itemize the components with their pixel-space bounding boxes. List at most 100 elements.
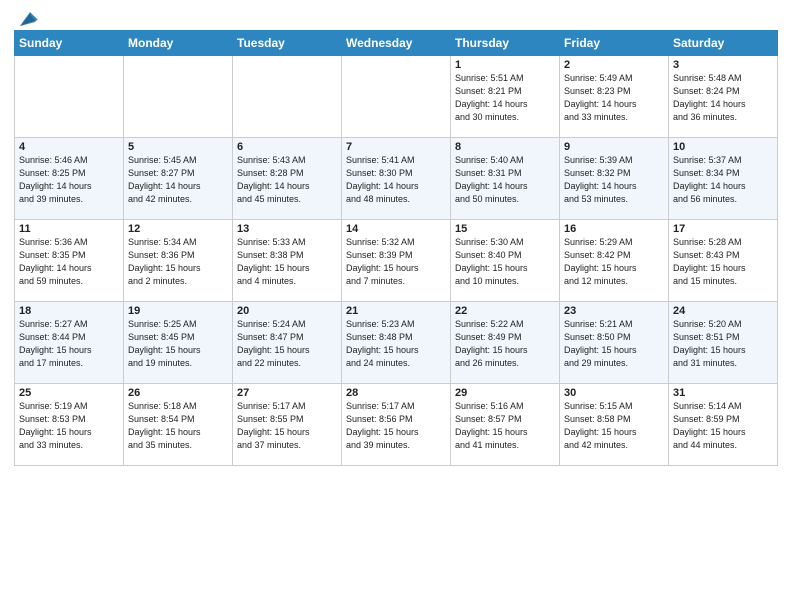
day-number: 16 [564, 223, 664, 235]
calendar-cell: 15Sunrise: 5:30 AM Sunset: 8:40 PM Dayli… [451, 220, 560, 302]
day-number: 24 [673, 305, 773, 317]
calendar-cell: 18Sunrise: 5:27 AM Sunset: 8:44 PM Dayli… [15, 302, 124, 384]
day-info: Sunrise: 5:16 AM Sunset: 8:57 PM Dayligh… [455, 400, 555, 452]
day-number: 20 [237, 305, 337, 317]
day-info: Sunrise: 5:20 AM Sunset: 8:51 PM Dayligh… [673, 318, 773, 370]
calendar-cell: 2Sunrise: 5:49 AM Sunset: 8:23 PM Daylig… [560, 56, 669, 138]
calendar-week-row: 11Sunrise: 5:36 AM Sunset: 8:35 PM Dayli… [15, 220, 778, 302]
day-info: Sunrise: 5:46 AM Sunset: 8:25 PM Dayligh… [19, 154, 119, 206]
calendar-cell: 19Sunrise: 5:25 AM Sunset: 8:45 PM Dayli… [124, 302, 233, 384]
day-number: 27 [237, 387, 337, 399]
day-info: Sunrise: 5:23 AM Sunset: 8:48 PM Dayligh… [346, 318, 446, 370]
day-info: Sunrise: 5:51 AM Sunset: 8:21 PM Dayligh… [455, 72, 555, 124]
day-number: 12 [128, 223, 228, 235]
day-info: Sunrise: 5:34 AM Sunset: 8:36 PM Dayligh… [128, 236, 228, 288]
day-info: Sunrise: 5:37 AM Sunset: 8:34 PM Dayligh… [673, 154, 773, 206]
day-info: Sunrise: 5:18 AM Sunset: 8:54 PM Dayligh… [128, 400, 228, 452]
day-number: 11 [19, 223, 119, 235]
day-info: Sunrise: 5:28 AM Sunset: 8:43 PM Dayligh… [673, 236, 773, 288]
calendar-cell: 7Sunrise: 5:41 AM Sunset: 8:30 PM Daylig… [342, 138, 451, 220]
day-number: 15 [455, 223, 555, 235]
day-number: 2 [564, 59, 664, 71]
day-number: 7 [346, 141, 446, 153]
weekday-header: Thursday [451, 31, 560, 56]
weekday-header: Tuesday [233, 31, 342, 56]
calendar-cell: 1Sunrise: 5:51 AM Sunset: 8:21 PM Daylig… [451, 56, 560, 138]
day-number: 17 [673, 223, 773, 235]
calendar-week-row: 18Sunrise: 5:27 AM Sunset: 8:44 PM Dayli… [15, 302, 778, 384]
day-number: 13 [237, 223, 337, 235]
calendar-week-row: 25Sunrise: 5:19 AM Sunset: 8:53 PM Dayli… [15, 384, 778, 466]
day-number: 29 [455, 387, 555, 399]
day-info: Sunrise: 5:33 AM Sunset: 8:38 PM Dayligh… [237, 236, 337, 288]
calendar-cell: 6Sunrise: 5:43 AM Sunset: 8:28 PM Daylig… [233, 138, 342, 220]
day-info: Sunrise: 5:36 AM Sunset: 8:35 PM Dayligh… [19, 236, 119, 288]
day-info: Sunrise: 5:41 AM Sunset: 8:30 PM Dayligh… [346, 154, 446, 206]
calendar-cell [15, 56, 124, 138]
calendar-cell: 24Sunrise: 5:20 AM Sunset: 8:51 PM Dayli… [669, 302, 778, 384]
calendar-cell [233, 56, 342, 138]
weekday-header: Wednesday [342, 31, 451, 56]
calendar-cell: 12Sunrise: 5:34 AM Sunset: 8:36 PM Dayli… [124, 220, 233, 302]
day-info: Sunrise: 5:19 AM Sunset: 8:53 PM Dayligh… [19, 400, 119, 452]
calendar-page: SundayMondayTuesdayWednesdayThursdayFrid… [0, 0, 792, 612]
day-info: Sunrise: 5:27 AM Sunset: 8:44 PM Dayligh… [19, 318, 119, 370]
calendar-cell: 16Sunrise: 5:29 AM Sunset: 8:42 PM Dayli… [560, 220, 669, 302]
calendar-cell: 10Sunrise: 5:37 AM Sunset: 8:34 PM Dayli… [669, 138, 778, 220]
day-info: Sunrise: 5:39 AM Sunset: 8:32 PM Dayligh… [564, 154, 664, 206]
day-info: Sunrise: 5:21 AM Sunset: 8:50 PM Dayligh… [564, 318, 664, 370]
day-number: 3 [673, 59, 773, 71]
day-number: 30 [564, 387, 664, 399]
day-info: Sunrise: 5:25 AM Sunset: 8:45 PM Dayligh… [128, 318, 228, 370]
day-info: Sunrise: 5:30 AM Sunset: 8:40 PM Dayligh… [455, 236, 555, 288]
calendar-cell: 29Sunrise: 5:16 AM Sunset: 8:57 PM Dayli… [451, 384, 560, 466]
day-info: Sunrise: 5:32 AM Sunset: 8:39 PM Dayligh… [346, 236, 446, 288]
day-number: 8 [455, 141, 555, 153]
calendar-header-row: SundayMondayTuesdayWednesdayThursdayFrid… [15, 31, 778, 56]
calendar-cell: 21Sunrise: 5:23 AM Sunset: 8:48 PM Dayli… [342, 302, 451, 384]
calendar-cell: 28Sunrise: 5:17 AM Sunset: 8:56 PM Dayli… [342, 384, 451, 466]
calendar-cell: 22Sunrise: 5:22 AM Sunset: 8:49 PM Dayli… [451, 302, 560, 384]
day-number: 28 [346, 387, 446, 399]
header [14, 10, 778, 22]
calendar-week-row: 1Sunrise: 5:51 AM Sunset: 8:21 PM Daylig… [15, 56, 778, 138]
day-info: Sunrise: 5:43 AM Sunset: 8:28 PM Dayligh… [237, 154, 337, 206]
day-number: 6 [237, 141, 337, 153]
weekday-header: Monday [124, 31, 233, 56]
day-number: 21 [346, 305, 446, 317]
day-number: 4 [19, 141, 119, 153]
logo [14, 10, 38, 22]
calendar-table: SundayMondayTuesdayWednesdayThursdayFrid… [14, 30, 778, 466]
day-info: Sunrise: 5:49 AM Sunset: 8:23 PM Dayligh… [564, 72, 664, 124]
day-number: 22 [455, 305, 555, 317]
day-number: 26 [128, 387, 228, 399]
calendar-cell: 25Sunrise: 5:19 AM Sunset: 8:53 PM Dayli… [15, 384, 124, 466]
day-info: Sunrise: 5:40 AM Sunset: 8:31 PM Dayligh… [455, 154, 555, 206]
weekday-header: Sunday [15, 31, 124, 56]
calendar-cell: 31Sunrise: 5:14 AM Sunset: 8:59 PM Dayli… [669, 384, 778, 466]
day-number: 14 [346, 223, 446, 235]
calendar-cell: 26Sunrise: 5:18 AM Sunset: 8:54 PM Dayli… [124, 384, 233, 466]
calendar-week-row: 4Sunrise: 5:46 AM Sunset: 8:25 PM Daylig… [15, 138, 778, 220]
day-number: 1 [455, 59, 555, 71]
day-info: Sunrise: 5:15 AM Sunset: 8:58 PM Dayligh… [564, 400, 664, 452]
day-number: 19 [128, 305, 228, 317]
calendar-cell: 17Sunrise: 5:28 AM Sunset: 8:43 PM Dayli… [669, 220, 778, 302]
day-number: 31 [673, 387, 773, 399]
day-number: 10 [673, 141, 773, 153]
day-info: Sunrise: 5:45 AM Sunset: 8:27 PM Dayligh… [128, 154, 228, 206]
calendar-cell: 27Sunrise: 5:17 AM Sunset: 8:55 PM Dayli… [233, 384, 342, 466]
calendar-cell: 3Sunrise: 5:48 AM Sunset: 8:24 PM Daylig… [669, 56, 778, 138]
calendar-cell [342, 56, 451, 138]
day-info: Sunrise: 5:22 AM Sunset: 8:49 PM Dayligh… [455, 318, 555, 370]
day-info: Sunrise: 5:14 AM Sunset: 8:59 PM Dayligh… [673, 400, 773, 452]
calendar-cell: 13Sunrise: 5:33 AM Sunset: 8:38 PM Dayli… [233, 220, 342, 302]
calendar-cell: 11Sunrise: 5:36 AM Sunset: 8:35 PM Dayli… [15, 220, 124, 302]
day-info: Sunrise: 5:17 AM Sunset: 8:55 PM Dayligh… [237, 400, 337, 452]
day-number: 25 [19, 387, 119, 399]
calendar-cell: 20Sunrise: 5:24 AM Sunset: 8:47 PM Dayli… [233, 302, 342, 384]
day-number: 9 [564, 141, 664, 153]
calendar-cell: 23Sunrise: 5:21 AM Sunset: 8:50 PM Dayli… [560, 302, 669, 384]
calendar-cell: 4Sunrise: 5:46 AM Sunset: 8:25 PM Daylig… [15, 138, 124, 220]
day-number: 23 [564, 305, 664, 317]
